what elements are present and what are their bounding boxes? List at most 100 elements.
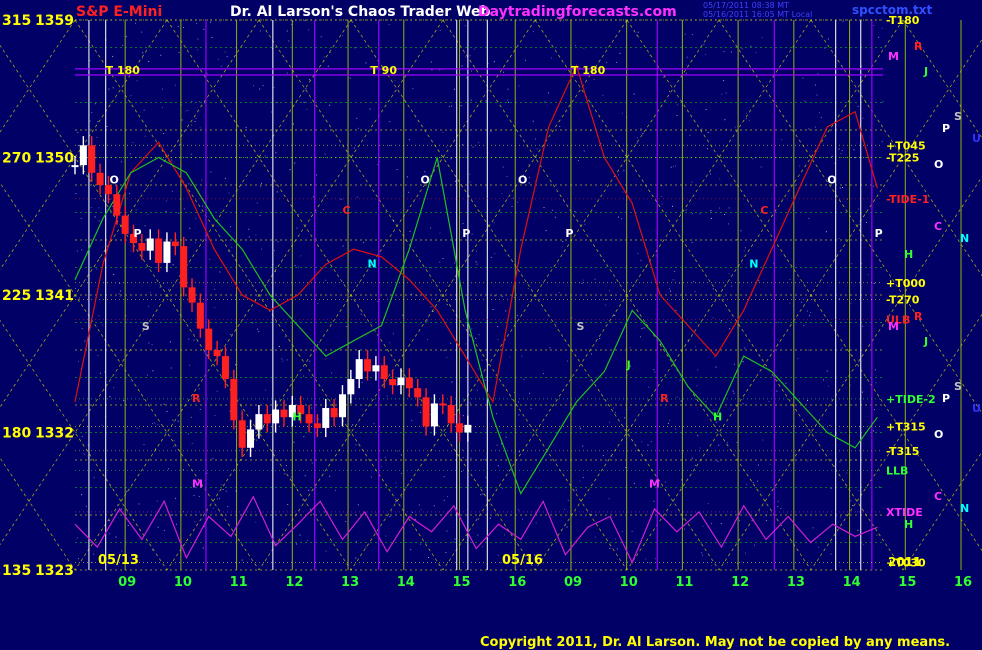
star-dot bbox=[808, 128, 810, 130]
planet-letter: J bbox=[626, 358, 631, 371]
y-degree-tick: 315 bbox=[2, 13, 31, 29]
star-dot bbox=[160, 54, 162, 56]
star-dot bbox=[780, 507, 782, 509]
star-dot bbox=[867, 274, 869, 276]
star-dot bbox=[204, 102, 205, 104]
star-dot bbox=[276, 191, 278, 193]
candle-body bbox=[238, 420, 246, 448]
star-dot bbox=[679, 379, 681, 381]
star-dot bbox=[443, 476, 445, 478]
star-dot bbox=[152, 370, 154, 372]
star-dot bbox=[258, 331, 260, 333]
star-dot bbox=[462, 144, 463, 146]
star-dot bbox=[112, 205, 114, 207]
star-dot bbox=[357, 127, 359, 129]
star-dot bbox=[489, 517, 491, 519]
star-dot bbox=[625, 467, 626, 469]
star-dot bbox=[286, 359, 288, 361]
star-dot bbox=[648, 386, 650, 388]
star-dot bbox=[621, 531, 623, 533]
star-dot bbox=[715, 366, 717, 368]
planet-letter-right: H bbox=[904, 248, 913, 261]
level-label: -T225 bbox=[886, 152, 919, 165]
star-dot bbox=[148, 305, 150, 307]
star-dot bbox=[859, 426, 861, 428]
star-dot bbox=[808, 349, 810, 351]
star-dot bbox=[502, 487, 503, 489]
star-dot bbox=[807, 400, 808, 401]
candle-body bbox=[322, 408, 330, 428]
star-dot bbox=[384, 456, 386, 458]
star-dot bbox=[345, 521, 347, 522]
star-dot bbox=[538, 487, 540, 489]
session-label-2: 05/16 bbox=[502, 553, 543, 568]
star-dot bbox=[462, 415, 464, 417]
candle-body bbox=[171, 241, 179, 247]
star-dot bbox=[118, 293, 120, 295]
data-file-name: spcctom.txt bbox=[852, 3, 932, 17]
star-dot bbox=[156, 500, 158, 502]
star-dot bbox=[157, 424, 159, 426]
star-dot bbox=[535, 138, 537, 140]
star-dot bbox=[448, 106, 450, 108]
star-dot bbox=[826, 370, 828, 372]
star-dot bbox=[389, 342, 391, 344]
timestamp-1: 05/17/2011 08:38 MT bbox=[703, 1, 789, 10]
star-dot bbox=[746, 112, 748, 114]
star-dot bbox=[862, 117, 864, 119]
star-dot bbox=[230, 334, 232, 336]
star-dot bbox=[189, 227, 191, 229]
star-dot bbox=[621, 218, 623, 220]
star-dot bbox=[214, 307, 216, 309]
star-dot bbox=[701, 128, 703, 130]
site-link[interactable]: Daytradingforecasts.com bbox=[478, 4, 677, 20]
candle-body bbox=[347, 379, 355, 395]
star-dot bbox=[591, 353, 592, 355]
candle-body bbox=[422, 397, 430, 427]
star-dot bbox=[866, 222, 867, 223]
star-dot bbox=[594, 536, 596, 538]
star-dot bbox=[761, 37, 763, 39]
star-dot bbox=[324, 56, 325, 58]
star-dot bbox=[462, 223, 464, 225]
star-dot bbox=[284, 473, 286, 475]
star-dot bbox=[640, 259, 642, 261]
star-dot bbox=[188, 338, 190, 340]
star-dot bbox=[214, 415, 216, 417]
star-dot bbox=[93, 553, 95, 555]
star-dot bbox=[81, 328, 83, 330]
star-dot bbox=[202, 547, 204, 549]
star-dot bbox=[711, 565, 713, 567]
star-dot bbox=[91, 112, 93, 114]
star-dot bbox=[516, 314, 518, 316]
candle-body bbox=[79, 145, 87, 166]
star-dot bbox=[840, 153, 842, 155]
star-dot bbox=[129, 153, 131, 155]
star-dot bbox=[191, 124, 193, 126]
star-dot bbox=[509, 356, 511, 358]
star-dot bbox=[442, 258, 444, 259]
star-dot bbox=[733, 392, 735, 394]
star-dot bbox=[797, 358, 799, 360]
star-dot bbox=[661, 203, 663, 205]
star-dot bbox=[135, 209, 137, 211]
star-dot bbox=[641, 328, 643, 329]
star-dot bbox=[699, 213, 701, 215]
star-dot bbox=[561, 246, 563, 248]
planet-letter: O bbox=[827, 173, 836, 186]
star-dot bbox=[617, 174, 619, 176]
star-dot bbox=[825, 231, 827, 233]
star-dot bbox=[545, 230, 547, 232]
star-dot bbox=[454, 180, 456, 182]
star-dot bbox=[194, 121, 196, 122]
star-dot bbox=[703, 43, 705, 45]
star-dot bbox=[430, 61, 432, 63]
level-label: -T315 bbox=[886, 445, 919, 458]
star-dot bbox=[697, 435, 699, 437]
star-dot bbox=[395, 500, 397, 502]
star-dot bbox=[594, 278, 596, 280]
star-dot bbox=[699, 447, 701, 449]
star-dot bbox=[584, 223, 586, 225]
star-dot bbox=[579, 480, 581, 482]
star-dot bbox=[230, 226, 232, 228]
